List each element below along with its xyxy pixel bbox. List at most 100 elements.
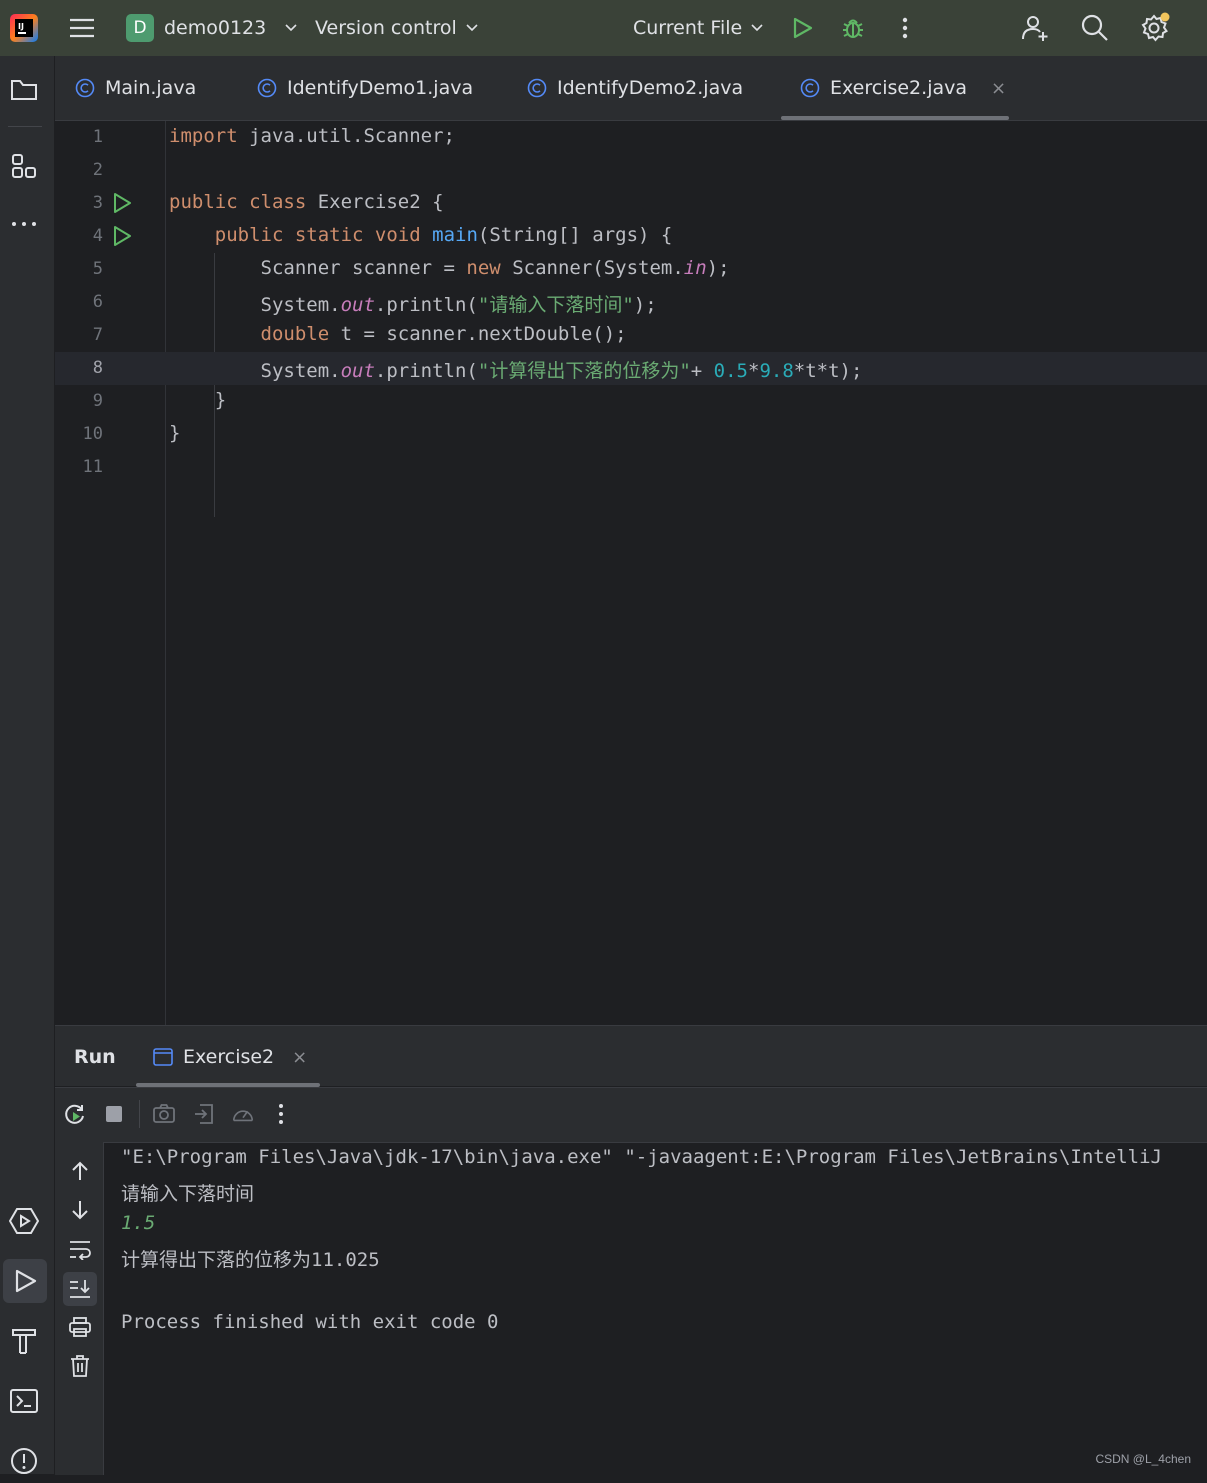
keyword: new bbox=[466, 257, 501, 279]
services-icon[interactable] bbox=[0, 1199, 48, 1243]
line-number: 3 bbox=[92, 193, 103, 213]
chevron-down-icon bbox=[285, 24, 297, 32]
search-icon bbox=[1081, 14, 1108, 41]
code-text: (String[] args) { bbox=[477, 224, 673, 246]
number-literal: 0.5 bbox=[713, 360, 748, 382]
string-literal: "计算得出下落的位移为" bbox=[477, 360, 691, 382]
scroll-to-end-icon[interactable] bbox=[63, 1272, 97, 1306]
title-bar: IJ D demo0123 Version control Current Fi… bbox=[0, 0, 1207, 56]
active-tab-indicator bbox=[781, 116, 1009, 120]
arrow-up-icon[interactable] bbox=[65, 1156, 95, 1186]
settings-button[interactable] bbox=[1138, 0, 1170, 56]
screenshot-icon[interactable] bbox=[152, 1102, 176, 1126]
stop-icon[interactable] bbox=[102, 1102, 126, 1126]
trash-icon[interactable] bbox=[65, 1351, 95, 1381]
tab-label: IdentifyDemo1.java bbox=[287, 77, 474, 99]
console-line: 请输入下落时间 bbox=[121, 1183, 255, 1205]
console-output[interactable]: "E:\Program Files\Java\jdk-17\bin\java.e… bbox=[121, 1142, 1207, 1475]
chevron-down-icon bbox=[751, 24, 763, 32]
hamburger-menu-icon[interactable] bbox=[68, 0, 96, 56]
line-number: 1 bbox=[92, 127, 103, 147]
number-literal: 9.8 bbox=[759, 360, 794, 382]
line-number: 9 bbox=[92, 391, 103, 411]
restore-layout-icon[interactable] bbox=[192, 1102, 216, 1126]
watermark: CSDN @L_4chen bbox=[1095, 1452, 1191, 1466]
code-line: 4 public static void main(String[] args)… bbox=[55, 220, 1207, 253]
run-side-toolbar bbox=[55, 1142, 104, 1475]
add-user-button[interactable] bbox=[1020, 0, 1050, 56]
project-folder-icon[interactable] bbox=[0, 68, 48, 112]
print-icon[interactable] bbox=[65, 1312, 95, 1342]
code-text: Scanner(System. bbox=[500, 257, 684, 279]
code-text: *t*t); bbox=[793, 360, 863, 382]
run-button[interactable] bbox=[790, 0, 814, 56]
project-selector[interactable]: D demo0123 bbox=[126, 0, 298, 56]
code-text: System. bbox=[260, 360, 341, 382]
settings-icon bbox=[1141, 12, 1170, 42]
arrow-down-icon[interactable] bbox=[65, 1195, 95, 1225]
run-configuration-selector[interactable]: Current File bbox=[633, 0, 764, 56]
tab-identifydemo1-java[interactable]: IdentifyDemo1.java bbox=[257, 56, 473, 120]
soft-wrap-icon[interactable] bbox=[65, 1234, 95, 1264]
run-icon[interactable] bbox=[111, 225, 133, 247]
code-line: 3 public class Exercise2 { bbox=[55, 187, 1207, 220]
profiler-icon[interactable] bbox=[231, 1102, 255, 1126]
close-icon[interactable]: × bbox=[292, 1047, 307, 1068]
run-panel-header: Run Exercise2 × bbox=[55, 1026, 1207, 1088]
run-configuration-label: Current File bbox=[633, 17, 743, 39]
problems-icon[interactable] bbox=[0, 1439, 48, 1483]
project-badge: D bbox=[126, 14, 154, 42]
line-number: 11 bbox=[82, 457, 103, 477]
intellij-logo-icon[interactable]: IJ bbox=[10, 0, 38, 56]
code-text: * bbox=[747, 360, 760, 382]
keyword: public class bbox=[169, 191, 307, 213]
line-number: 7 bbox=[92, 325, 103, 345]
code-line: 5 Scanner scanner = new Scanner(System.i… bbox=[55, 253, 1207, 286]
run-tool-icon[interactable] bbox=[3, 1259, 47, 1303]
close-icon[interactable]: × bbox=[991, 78, 1006, 99]
structure-icon[interactable] bbox=[0, 144, 48, 188]
run-toolbar bbox=[55, 1087, 1207, 1143]
more-vertical-icon[interactable] bbox=[269, 1102, 293, 1126]
code-text: + bbox=[690, 360, 714, 382]
code-line: 10 } bbox=[55, 418, 1207, 451]
tab-main-java[interactable]: Main.java bbox=[75, 56, 196, 120]
field: in bbox=[683, 257, 707, 279]
run-icon[interactable] bbox=[111, 192, 133, 214]
line-number: 6 bbox=[92, 292, 103, 312]
tab-identifydemo2-java[interactable]: IdentifyDemo2.java bbox=[527, 56, 743, 120]
run-tab-label: Exercise2 bbox=[183, 1046, 275, 1068]
chevron-down-icon bbox=[466, 24, 478, 32]
more-actions-button[interactable] bbox=[895, 0, 915, 56]
search-button[interactable] bbox=[1080, 0, 1110, 56]
run-tab-exercise2[interactable]: Exercise2 × bbox=[153, 1026, 307, 1088]
more-vertical-icon bbox=[902, 17, 908, 39]
tab-label: IdentifyDemo2.java bbox=[557, 77, 744, 99]
divider bbox=[8, 126, 42, 127]
console-line: Process finished with exit code 0 bbox=[121, 1311, 499, 1333]
field: out bbox=[340, 294, 375, 316]
code-line: 1 import java.util.Scanner; bbox=[55, 121, 1207, 154]
code-editor[interactable]: 1 import java.util.Scanner; 2 3 public c… bbox=[55, 121, 1207, 1025]
code-line-current: 8 System.out.println("计算得出下落的位移为"+ 0.5*9… bbox=[55, 352, 1207, 385]
version-control-label: Version control bbox=[315, 17, 457, 39]
code-text: } bbox=[169, 422, 181, 444]
class-icon bbox=[75, 78, 95, 98]
editor-tabs: Main.java IdentifyDemo1.java IdentifyDem… bbox=[55, 56, 1207, 121]
console-user-input: 1.5 bbox=[121, 1212, 156, 1234]
code-text: .println( bbox=[374, 294, 478, 316]
debug-button[interactable] bbox=[840, 0, 866, 56]
code-text: t = scanner.nextDouble(); bbox=[329, 323, 627, 345]
field: out bbox=[340, 360, 375, 382]
string-literal: "请输入下落时间" bbox=[477, 294, 634, 316]
terminal-icon[interactable] bbox=[0, 1379, 48, 1423]
code-text: Exercise2 { bbox=[306, 191, 444, 213]
rerun-icon[interactable] bbox=[63, 1102, 87, 1126]
version-control-menu[interactable]: Version control bbox=[315, 0, 479, 56]
tab-exercise2-java[interactable]: Exercise2.java × bbox=[800, 56, 1006, 120]
code-text: Scanner scanner = bbox=[260, 257, 467, 279]
line-number: 2 bbox=[92, 160, 103, 180]
build-icon[interactable] bbox=[0, 1319, 48, 1363]
more-horizontal-icon[interactable] bbox=[0, 202, 48, 246]
code-line: 2 bbox=[55, 154, 1207, 187]
